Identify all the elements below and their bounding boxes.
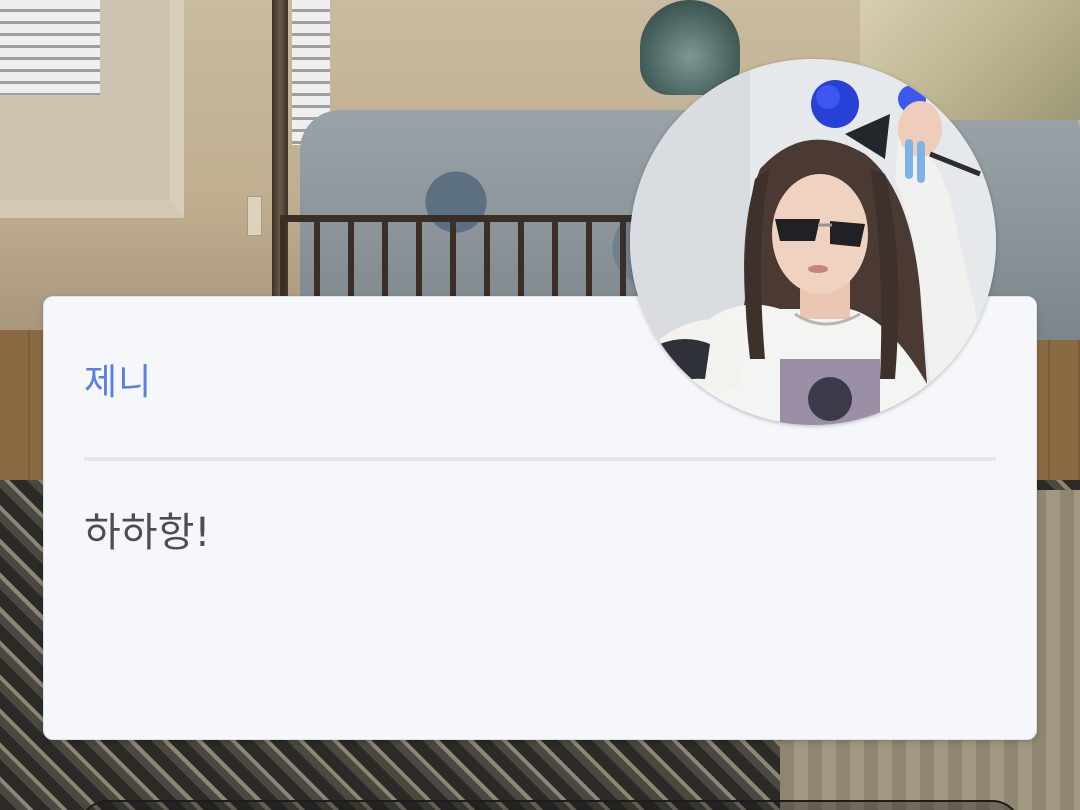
profile-name: 제니 — [84, 362, 153, 403]
background-outlet — [247, 196, 262, 236]
profile-avatar[interactable] — [630, 59, 996, 425]
profile-screen: 제니 하하항! — [0, 0, 1080, 810]
bottom-panel-edge — [78, 800, 1022, 810]
divider — [84, 457, 996, 461]
status-message: 하하항! — [84, 510, 211, 556]
background-shutter — [0, 0, 100, 95]
profile-photo-icon — [630, 59, 996, 425]
